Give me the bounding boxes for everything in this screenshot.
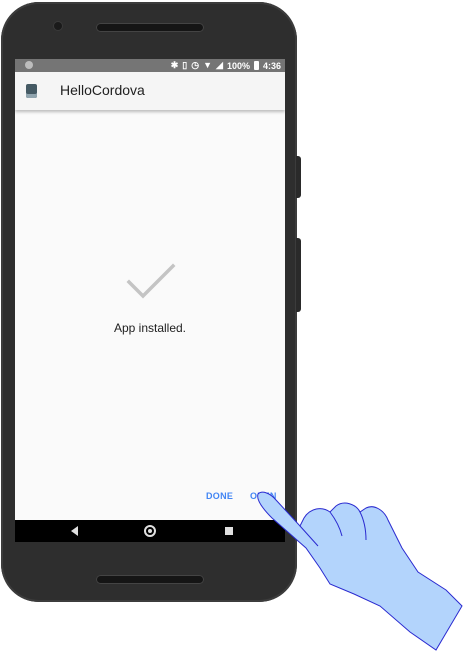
- app-bar: HelloCordova: [15, 72, 285, 110]
- checkmark-icon: [126, 263, 176, 299]
- install-status-message: App installed.: [113, 321, 187, 335]
- front-camera: [54, 22, 62, 30]
- status-icons: ✱ ▯ ◷ ▼ ◢ 100% 4:36: [171, 59, 281, 72]
- navigation-bar: [15, 520, 285, 542]
- top-speaker: [96, 23, 204, 32]
- finger-line: [329, 511, 343, 537]
- app-title: HelloCordova: [60, 82, 145, 98]
- signal-icon: ◢: [216, 60, 223, 70]
- app-icon: [26, 84, 37, 98]
- phone-frame: ✱ ▯ ◷ ▼ ◢ 100% 4:36 HelloCordova App ins…: [1, 2, 297, 602]
- finger-line: [299, 525, 319, 547]
- battery-percent: 100%: [226, 60, 250, 71]
- screen: ✱ ▯ ◷ ▼ ◢ 100% 4:36 HelloCordova App ins…: [15, 59, 285, 542]
- bluetooth-icon: ✱: [170, 60, 179, 70]
- bottom-speaker: [96, 575, 204, 584]
- open-button[interactable]: OPEN: [250, 491, 277, 501]
- volume-button: [296, 238, 301, 312]
- vibrate-icon: ▯: [182, 60, 188, 70]
- clock: 4:36: [262, 60, 281, 71]
- home-icon[interactable]: [144, 525, 156, 537]
- status-bar: ✱ ▯ ◷ ▼ ◢ 100% 4:36: [15, 59, 285, 72]
- finger-line: [359, 511, 367, 541]
- back-icon[interactable]: [71, 526, 78, 536]
- power-button: [296, 156, 301, 198]
- battery-icon: [253, 61, 259, 70]
- alarm-icon: ◷: [191, 60, 200, 70]
- done-button[interactable]: DONE: [206, 491, 233, 501]
- recents-icon[interactable]: [225, 527, 233, 535]
- wifi-icon: ▼: [203, 60, 213, 70]
- notification-icon: [25, 61, 33, 69]
